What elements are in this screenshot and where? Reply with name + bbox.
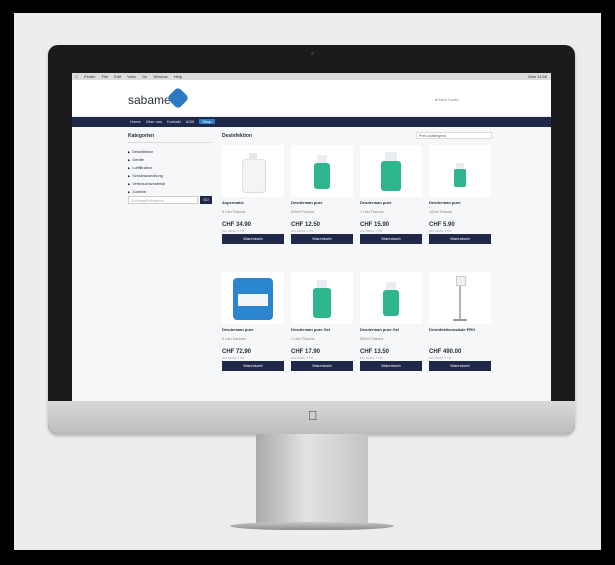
menu-go[interactable]: Go (142, 74, 147, 79)
apple-menu-icon[interactable]:  (75, 74, 78, 79)
category-item[interactable]: Luftfiltration (128, 164, 212, 172)
account-link[interactable]: ● Mein Konto (435, 97, 459, 102)
product-image[interactable] (291, 145, 353, 197)
search-input[interactable]: Suchbegriff eingeben (128, 196, 198, 204)
nav-agb[interactable]: AGB (186, 119, 194, 124)
product-price: CHF 490.00 (429, 349, 462, 355)
category-item[interactable]: Geräte (128, 156, 212, 164)
camera-icon (311, 52, 314, 55)
category-item[interactable]: Zubehör (128, 188, 212, 196)
menu-help[interactable]: Help (174, 74, 182, 79)
product-price: CHF 15.90 (360, 222, 390, 228)
product-image[interactable] (222, 145, 284, 197)
mac-menubar:  Finder File Edit View Go Window Help M… (72, 73, 551, 80)
product-price: CHF 72.90 (222, 349, 252, 355)
add-to-cart-button[interactable]: Warenkorb (360, 361, 422, 371)
menu-edit[interactable]: Edit (114, 74, 121, 79)
product-vat: inkl. MwSt. 7.7% (360, 229, 383, 233)
product-image[interactable] (360, 272, 422, 324)
product-vat: inkl. MwSt. 7.7% (222, 229, 245, 233)
product-image[interactable] (429, 272, 491, 324)
product-variant: 5 Liter Kanister (222, 337, 247, 341)
imac-monitor:  Finder File Edit View Go Window Help M… (48, 45, 575, 434)
site-header: sabamed ● Mein Konto (72, 80, 551, 117)
product-variant: 1 Liter Flasche (360, 210, 384, 214)
nav-about[interactable]: Über uns (146, 119, 162, 124)
category-item[interactable]: Desinfektion (128, 148, 212, 156)
product-area: Desinfektion Preis aufsteigend Aspermati… (222, 132, 497, 371)
main-nav: Home Über uns Kontakt AGB Shop (72, 117, 551, 127)
category-sidebar: Kategorien Desinfektion Geräte Luftfiltr… (128, 133, 212, 204)
nav-home[interactable]: Home (130, 119, 141, 124)
product-image[interactable] (360, 145, 422, 197)
monitor-stand (256, 434, 368, 526)
product-price: CHF 5.90 (429, 222, 455, 228)
product-variant: 500ml Flasche (360, 337, 384, 341)
sidebar-title: Kategorien (128, 133, 212, 143)
category-item[interactable]: Verbrauchsmaterial (128, 180, 212, 188)
page-content: Kategorien Desinfektion Geräte Luftfiltr… (72, 127, 551, 401)
apple-logo-icon:  (307, 409, 318, 422)
screen:  Finder File Edit View Go Window Help M… (72, 73, 551, 401)
sort-select[interactable]: Preis aufsteigend (416, 132, 492, 139)
product-price: CHF 13.50 (360, 349, 390, 355)
product-price: CHF 17.90 (291, 349, 321, 355)
nav-shop[interactable]: Shop (199, 119, 215, 124)
add-to-cart-button[interactable]: Warenkorb (222, 361, 284, 371)
product-image[interactable] (222, 272, 284, 324)
product-name[interactable]: Desderman pure Gel (360, 327, 399, 332)
product-vat: inkl. MwSt. 7.7% (429, 229, 452, 233)
product-name[interactable]: Desderman pure (429, 200, 461, 205)
product-variant: 5 Liter Flasche (222, 210, 246, 214)
monitor-foot (230, 522, 394, 530)
product-name[interactable]: Aspermatic (222, 200, 244, 205)
nav-contact[interactable]: Kontakt (167, 119, 181, 124)
add-to-cart-button[interactable]: Warenkorb (429, 234, 491, 244)
product-image[interactable] (429, 145, 491, 197)
menu-finder[interactable]: Finder (84, 74, 95, 79)
product-name[interactable]: Desderman pure (360, 200, 392, 205)
product-price: CHF 34.90 (222, 222, 252, 228)
product-name[interactable]: Desderman pure Gel (291, 327, 330, 332)
product-vat: inkl. MwSt. 7.7% (429, 356, 452, 360)
menu-window[interactable]: Window (153, 74, 167, 79)
product-price: CHF 12.50 (291, 222, 321, 228)
product-variant: 500ml Flasche (291, 210, 315, 214)
category-list: Desinfektion Geräte Luftfiltration Schut… (128, 148, 212, 196)
menu-view[interactable]: View (127, 74, 136, 79)
add-to-cart-button[interactable]: Warenkorb (291, 234, 353, 244)
product-vat: inkl. MwSt. 7.7% (291, 356, 314, 360)
product-vat: inkl. MwSt. 7.7% (222, 356, 245, 360)
menu-file[interactable]: File (102, 74, 108, 79)
add-to-cart-button[interactable]: Warenkorb (222, 234, 284, 244)
product-name[interactable]: Desderman pure (222, 327, 254, 332)
category-item[interactable]: Schutzausrüstung (128, 172, 212, 180)
menubar-clock: Mon 11:56 (528, 74, 547, 79)
product-image[interactable] (291, 272, 353, 324)
account-label: Mein Konto (438, 97, 459, 102)
add-to-cart-button[interactable]: Warenkorb (360, 234, 422, 244)
add-to-cart-button[interactable]: Warenkorb (429, 361, 491, 371)
product-vat: inkl. MwSt. 7.7% (291, 229, 314, 233)
product-name[interactable]: Desinfektionssäule PRO (429, 327, 475, 332)
search-button[interactable]: GO (200, 196, 212, 204)
product-variant: 100ml Flasche (429, 210, 453, 214)
product-variant: 1 Liter Flasche (291, 337, 315, 341)
add-to-cart-button[interactable]: Warenkorb (291, 361, 353, 371)
product-name[interactable]: Desderman pure (291, 200, 323, 205)
product-vat: inkl. MwSt. 7.7% (360, 356, 383, 360)
